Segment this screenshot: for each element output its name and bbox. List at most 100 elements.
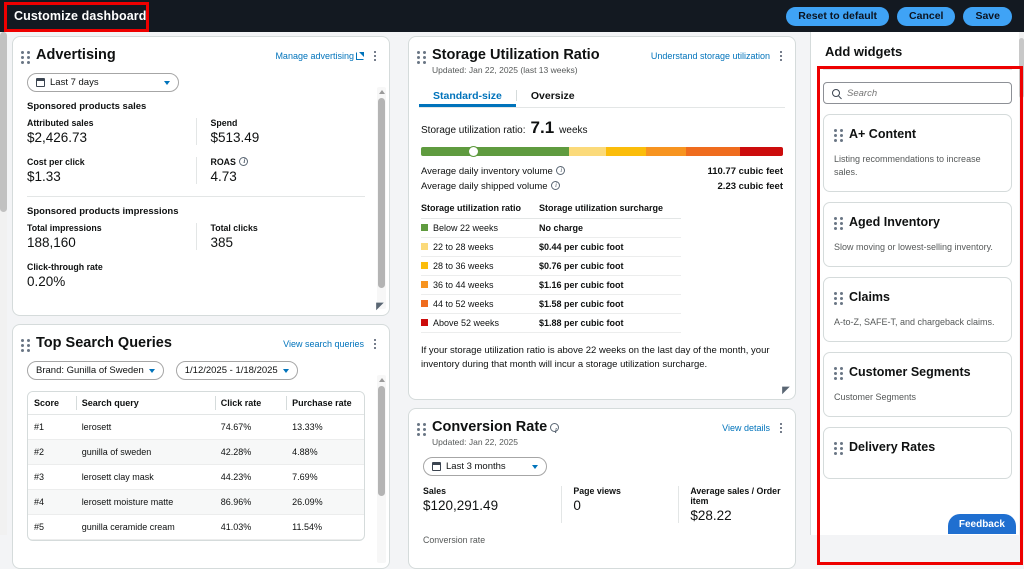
storage-title: Storage Utilization Ratio — [432, 47, 600, 63]
manage-advertising-link[interactable]: Manage advertising — [275, 51, 364, 61]
understand-storage-utilization-link[interactable]: Understand storage utilization — [651, 51, 770, 61]
cell-query: lerosett clay mask — [75, 464, 215, 490]
tab-oversize[interactable]: Oversize — [517, 84, 589, 107]
table-row: 22 to 28 weeks $0.44 per cubic foot — [421, 237, 681, 257]
view-details-link[interactable]: View details — [722, 423, 770, 433]
reset-to-default-button[interactable]: Reset to default — [786, 6, 890, 26]
metric-value: 188,160 — [27, 235, 76, 250]
gauge-segment — [686, 147, 741, 156]
cell-surcharge: $0.44 per cubic foot — [539, 237, 681, 257]
column-header-score[interactable]: Score — [28, 392, 76, 415]
widget-option-description: Customer Segments — [834, 392, 917, 402]
gauge-segment — [421, 147, 570, 156]
cell-query: gunilla ceramide cream — [75, 514, 215, 540]
advertising-options-button[interactable] — [371, 49, 379, 63]
table-row[interactable]: #4 lerosett moisture matte 86.96% 26.09% — [28, 489, 364, 515]
advertising-title: Advertising — [36, 47, 116, 63]
add-widgets-title: Add widgets — [825, 44, 903, 59]
volume-row: Average daily shipped volume 2.23 cubic … — [421, 180, 783, 193]
gauge-segment — [646, 147, 687, 156]
column-header-search-query[interactable]: Search query — [75, 392, 215, 415]
table-row[interactable]: #3 lerosett clay mask 44.23% 7.69% — [28, 464, 364, 490]
table-row[interactable]: #1 lerosett 74.67% 13.33% — [28, 414, 364, 440]
drag-handle-icon[interactable] — [21, 51, 30, 65]
cell-score: #4 — [28, 489, 76, 515]
scroll-up-icon[interactable] — [378, 88, 385, 96]
cell-surcharge: $1.16 per cubic foot — [539, 275, 681, 295]
advertising-date-filter[interactable]: Last 7 days — [27, 73, 179, 92]
add-widgets-scrollbar[interactable] — [1019, 32, 1024, 535]
widget-top-search-queries: Top Search Queries View search queries B… — [12, 324, 390, 569]
view-search-queries-link[interactable]: View search queries — [283, 339, 364, 349]
add-widgets-list: A+ Content Listing recommendations to in… — [811, 70, 1024, 525]
info-icon[interactable] — [238, 156, 249, 166]
search-input[interactable] — [847, 87, 1003, 99]
storage-tabs: Standard-size Oversize — [419, 84, 785, 108]
widget-option-a-plus-content[interactable]: A+ Content Listing recommendations to in… — [823, 114, 1012, 192]
info-icon[interactable] — [550, 180, 561, 190]
drag-handle-icon[interactable] — [417, 423, 426, 437]
cell-ratio-range: 22 to 28 weeks — [421, 237, 539, 257]
storage-header: Storage Utilization Ratio Updated: Jan 2… — [409, 37, 795, 75]
storage-gauge-marker — [468, 146, 480, 157]
save-button[interactable]: Save — [963, 6, 1012, 26]
widget-advertising: Advertising Manage advertising Last 7 da… — [12, 36, 390, 316]
advertising-resize-handle[interactable]: ◤ — [374, 301, 386, 313]
metric-value: $513.49 — [210, 130, 260, 145]
widget-option-delivery-rates[interactable]: Delivery Rates — [823, 427, 1012, 479]
storage-footnote: If your storage utilization ratio is abo… — [421, 345, 770, 370]
metric-label: ROAS — [210, 156, 365, 168]
conversion-options-button[interactable] — [777, 421, 785, 435]
drag-handle-icon[interactable] — [21, 339, 30, 353]
cell-purchase-rate: 11.54% — [286, 514, 364, 540]
cell-score: #1 — [28, 414, 76, 440]
metric-value: 4.73 — [210, 169, 237, 184]
storage-resize-handle[interactable]: ◤ — [780, 385, 792, 397]
volume-label: Average daily shipped volume — [421, 180, 561, 193]
page-scrollbar-thumb[interactable] — [0, 32, 7, 212]
widget-option-customer-segments[interactable]: Customer Segments Customer Segments — [823, 352, 1012, 417]
widget-search-box[interactable] — [823, 82, 1012, 104]
info-icon[interactable] — [555, 165, 566, 175]
drag-handle-icon[interactable] — [834, 442, 843, 456]
cell-click-rate: 44.23% — [214, 464, 287, 490]
drag-handle-icon[interactable] — [834, 292, 843, 306]
drag-handle-icon[interactable] — [834, 367, 843, 381]
drag-handle-icon[interactable] — [834, 217, 843, 231]
column-header-purchase-rate[interactable]: Purchase rate — [286, 392, 364, 415]
tab-standard-size[interactable]: Standard-size — [419, 84, 516, 107]
tsq-table-body: #1 lerosett 74.67% 13.33% #2 gunilla of … — [28, 414, 364, 540]
column-header-click-rate[interactable]: Click rate — [214, 392, 287, 415]
table-row[interactable]: #5 gunilla ceramide cream 41.03% 11.54% — [28, 514, 364, 540]
drag-handle-icon[interactable] — [417, 51, 426, 65]
widget-option-claims[interactable]: Claims A-to-Z, SAFE-T, and chargeback cl… — [823, 277, 1012, 342]
scroll-up-icon[interactable] — [378, 376, 385, 384]
page-scrollbar[interactable] — [0, 32, 7, 535]
table-row: 28 to 36 weeks $0.76 per cubic foot — [421, 256, 681, 276]
column-header-surcharge: Storage utilization surcharge — [539, 200, 681, 219]
search-icon — [832, 89, 840, 97]
cell-purchase-rate: 13.33% — [286, 414, 364, 440]
storage-options-button[interactable] — [777, 49, 785, 63]
info-icon[interactable] — [550, 422, 560, 439]
table-row[interactable]: #2 gunilla of sweden 42.28% 4.88% — [28, 439, 364, 465]
feedback-button[interactable]: Feedback — [947, 514, 1016, 534]
tsq-brand-filter[interactable]: Brand: Gunilla of Sweden — [27, 361, 164, 380]
cancel-button[interactable]: Cancel — [897, 6, 956, 26]
color-swatch — [421, 300, 428, 307]
tsq-options-button[interactable] — [371, 337, 379, 351]
metric-label: Total clicks — [210, 223, 258, 233]
conversion-date-filter[interactable]: Last 3 months — [423, 457, 547, 476]
drag-handle-icon[interactable] — [834, 129, 843, 143]
conversion-rate-label: Conversion rate — [423, 535, 486, 545]
advertising-inner-scrollbar[interactable] — [377, 87, 386, 309]
tsq-date-filter[interactable]: 1/12/2025 - 1/18/2025 — [175, 361, 298, 380]
cell-purchase-rate: 7.69% — [286, 464, 364, 490]
metric-label: Sales — [423, 486, 446, 496]
cell-click-rate: 42.28% — [214, 439, 287, 465]
tsq-scroll-thumb[interactable] — [378, 386, 385, 496]
add-widgets-scroll-thumb[interactable] — [1019, 38, 1024, 98]
widget-option-aged-inventory[interactable]: Aged Inventory Slow moving or lowest-sel… — [823, 202, 1012, 267]
advertising-scroll-thumb[interactable] — [378, 98, 385, 288]
tsq-header-row: Score Search query Click rate Purchase r… — [28, 392, 364, 415]
